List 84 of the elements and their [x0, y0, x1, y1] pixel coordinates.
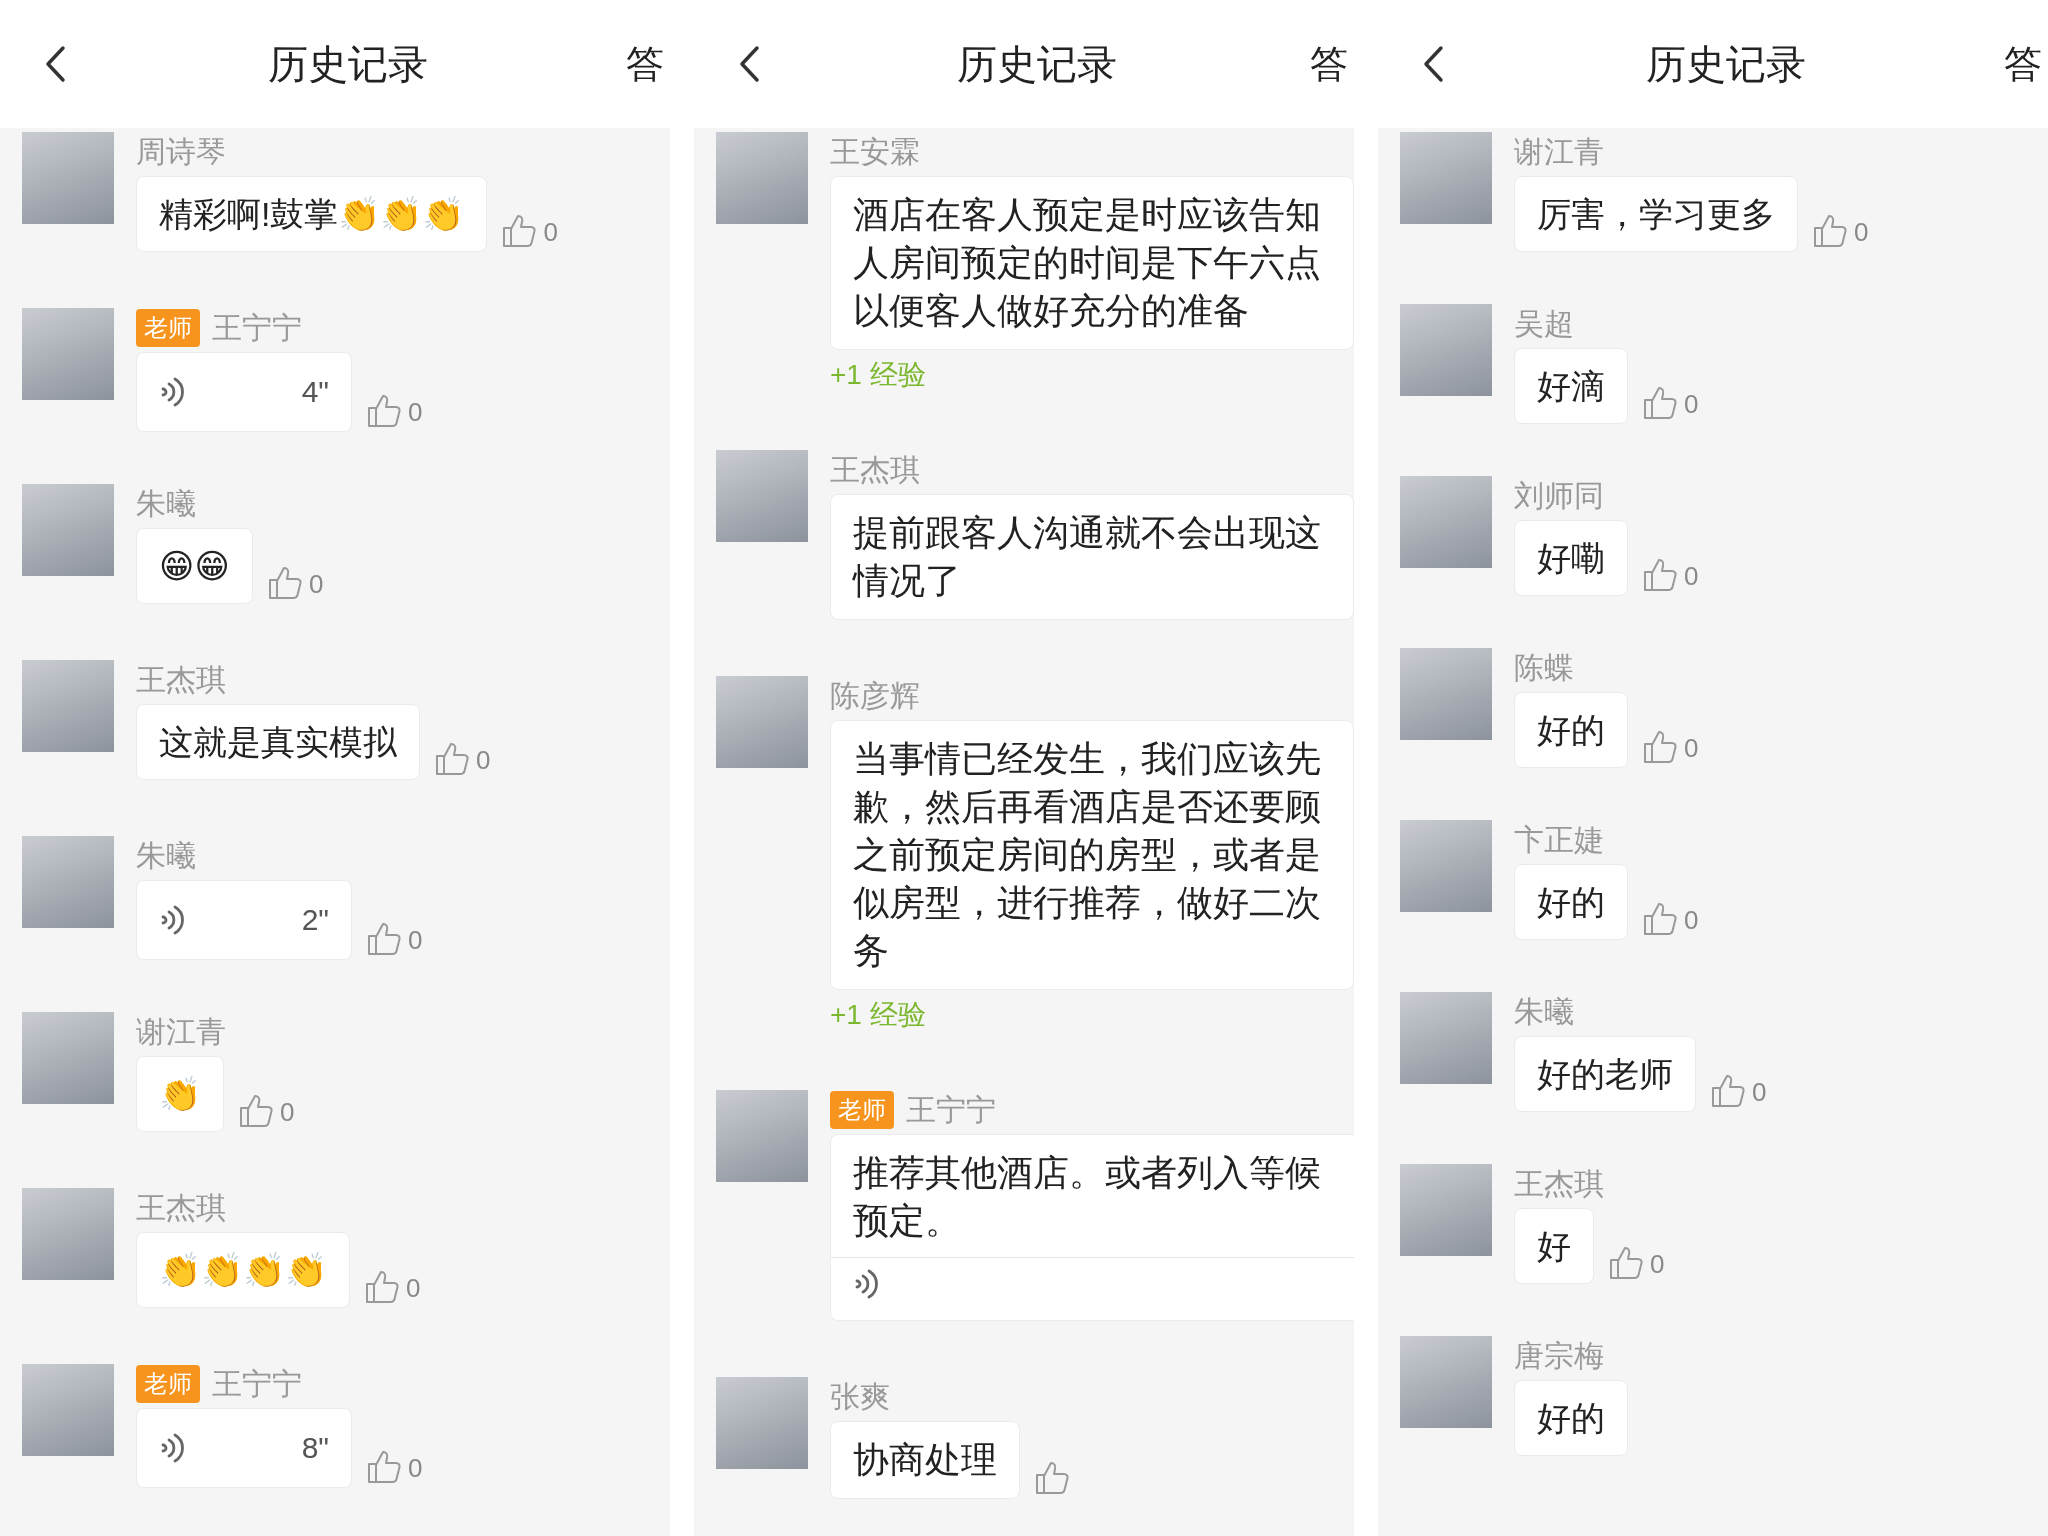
comment-text: 好: [1537, 1226, 1571, 1267]
user-name: 王安霖: [830, 133, 920, 170]
thumbs-up-icon[interactable]: [238, 1092, 274, 1128]
like-count: 0: [1650, 1249, 1665, 1280]
comment-text: 酒店在客人预定是时应该告知人房间预定的时间是下午六点以便客人做好充分的准备: [853, 193, 1322, 333]
user-name: 谢江青: [136, 1013, 226, 1050]
comment-text: 当事情已经发生，我们应该先歉，然后再看酒店是否还要顾之前预定房间的房型，或者是似房型，进行推荐，做好二次务: [853, 737, 1322, 973]
voice-message[interactable]: 4": [136, 352, 352, 432]
comment-text: 好的: [1537, 882, 1605, 923]
like-count: 0: [408, 925, 423, 956]
voice-message[interactable]: 2": [136, 880, 352, 960]
like-count: 0: [1684, 561, 1699, 592]
user-name: 王杰琪: [1514, 1165, 1604, 1202]
comment-text: 😁😁: [159, 546, 230, 587]
user-name: 朱曦: [136, 485, 196, 522]
thumbs-up-icon[interactable]: [434, 740, 470, 776]
user-name: 王宁宁: [212, 309, 302, 346]
thumbs-up-icon[interactable]: [1710, 1072, 1746, 1108]
answer-tab[interactable]: 答: [1310, 38, 1354, 90]
like-count: 0: [406, 1273, 421, 1304]
teacher-badge: 老师: [830, 1091, 894, 1129]
user-name: 王杰琪: [136, 1189, 226, 1226]
thumbs-up-icon[interactable]: [366, 1448, 402, 1484]
like-count: 0: [280, 1097, 295, 1128]
comment-text: 精彩啊!鼓掌👏👏👏: [159, 194, 465, 235]
thumbs-up-icon[interactable]: [1608, 1244, 1644, 1280]
user-name: 吴超: [1514, 305, 1574, 342]
thumbs-up-icon[interactable]: [1642, 900, 1678, 936]
thumbs-up-icon[interactable]: [1642, 384, 1678, 420]
comment-text: 👏: [159, 1074, 201, 1115]
like-count: 0: [476, 745, 491, 776]
like-count: 0: [543, 217, 558, 248]
like-count: 0: [1684, 905, 1699, 936]
page-title: 历史记录: [268, 40, 428, 88]
user-name: 王杰琪: [136, 661, 226, 698]
user-name: 唐宗梅: [1514, 1337, 1604, 1374]
thumbs-up-icon[interactable]: [266, 564, 303, 600]
comment-text: 这就是真实模拟: [159, 722, 397, 763]
experience-bonus: +1 经验: [830, 998, 927, 1032]
thumbs-up-icon[interactable]: [1642, 728, 1678, 764]
comment-text: 好的: [1537, 710, 1605, 751]
comment-text: 厉害，学习更多: [1537, 194, 1775, 235]
like-count: 0: [1854, 217, 1869, 248]
voice-message[interactable]: 8": [136, 1408, 352, 1488]
thumbs-up-icon[interactable]: [501, 212, 538, 248]
like-count: 0: [308, 569, 324, 600]
comment-text: 好嘞: [1537, 538, 1605, 579]
user-name: 王宁宁: [906, 1091, 996, 1128]
user-name: 陈彦辉: [830, 677, 920, 714]
comment-text: 协商处理: [853, 1438, 997, 1482]
comment-text: 👏👏👏👏: [159, 1250, 327, 1291]
like-count: 0: [1752, 1077, 1767, 1108]
user-name: 王杰琪: [830, 451, 920, 488]
experience-bonus: +1 经验: [830, 358, 927, 392]
user-name: 谢江青: [1514, 133, 1604, 170]
like-count: 0: [1684, 733, 1699, 764]
like-count: 0: [408, 397, 423, 428]
user-name: 张爽: [830, 1378, 890, 1415]
page-title: 历史记录: [1646, 40, 1806, 88]
answer-tab[interactable]: 答: [2004, 38, 2048, 90]
thumbs-up-icon[interactable]: [364, 1268, 400, 1304]
user-name: 周诗琴: [136, 133, 226, 170]
like-count: 0: [1684, 389, 1699, 420]
thumbs-up-icon[interactable]: [1642, 556, 1678, 592]
page-title: 历史记录: [957, 40, 1117, 88]
teacher-badge: 老师: [136, 1365, 200, 1403]
thumbs-up-icon[interactable]: [366, 920, 402, 956]
thumbs-up-icon[interactable]: [366, 392, 402, 428]
user-name: 陈蝶: [1514, 649, 1574, 686]
comment-text: 好的: [1537, 1398, 1605, 1439]
user-name: 朱曦: [1514, 993, 1574, 1030]
comment-text: 提前跟客人沟通就不会出现这情况了: [853, 511, 1322, 603]
answer-tab[interactable]: 答: [626, 38, 670, 90]
like-count: 0: [408, 1453, 423, 1484]
comment-text: 好滴: [1537, 366, 1605, 407]
comment-text: 好的老师: [1537, 1054, 1673, 1095]
thumbs-up-icon[interactable]: [1034, 1459, 1070, 1495]
thumbs-up-icon[interactable]: [1812, 212, 1848, 248]
comment-text: 推荐其他酒店。或者列入等候预定。: [853, 1151, 1322, 1243]
user-name: 刘师同: [1514, 477, 1604, 514]
user-name: 王宁宁: [212, 1365, 302, 1402]
teacher-badge: 老师: [136, 309, 200, 347]
user-name: 卞正婕: [1514, 821, 1604, 858]
user-name: 朱曦: [136, 837, 196, 874]
